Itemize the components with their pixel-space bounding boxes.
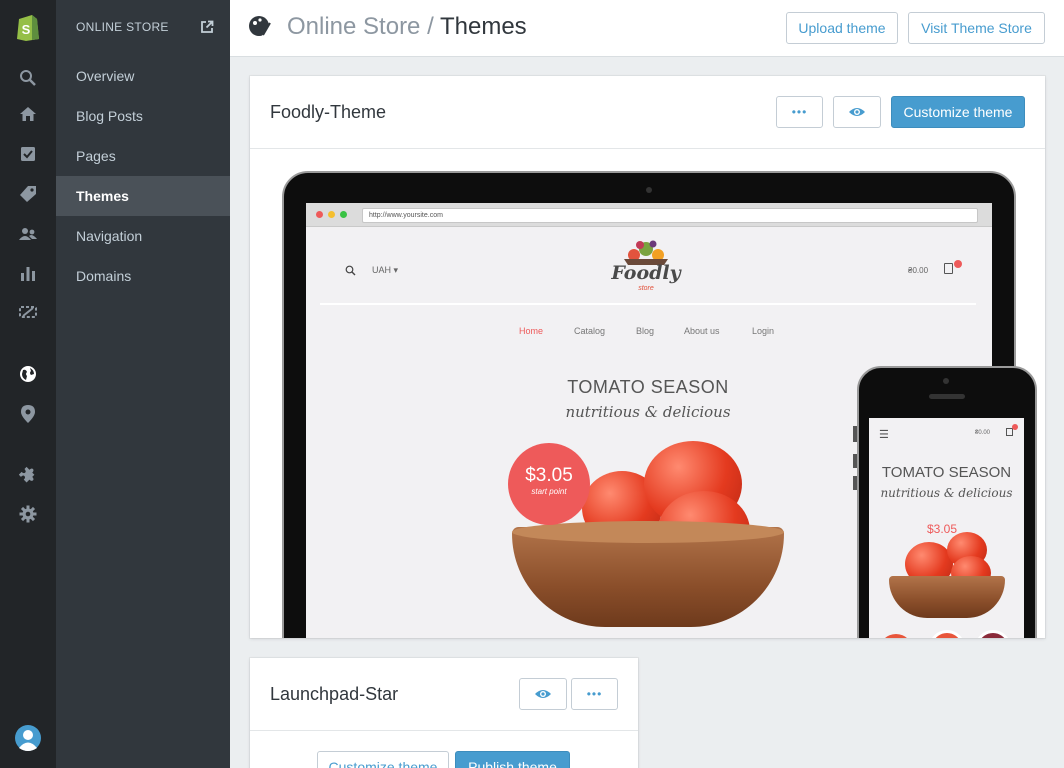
- theme-preview-image: http://www.yoursite.com UAH ▾ Foodly sto…: [250, 149, 1045, 638]
- preview-theme-button[interactable]: [519, 678, 567, 710]
- sidebar-section-title: ONLINE STORE: [76, 20, 169, 34]
- foodly-store-label: store: [638, 285, 654, 292]
- eye-icon: [535, 690, 551, 698]
- address-bar: http://www.yoursite.com: [362, 208, 978, 223]
- phone-cart-total: ₴0.00: [975, 430, 991, 436]
- phone-speaker: [929, 394, 965, 399]
- preview-theme-button[interactable]: [833, 96, 881, 128]
- themes-palette-icon: [248, 14, 272, 38]
- location-pin-icon[interactable]: [16, 402, 40, 426]
- other-theme-card: Launchpad-Star ••• Customize theme Publi…: [250, 658, 638, 768]
- eye-icon: [849, 108, 865, 116]
- discounts-icon[interactable]: [16, 300, 40, 324]
- customize-theme-button[interactable]: Customize theme: [891, 96, 1025, 128]
- site-menu-about: About us: [684, 326, 720, 336]
- breadcrumb-online-store[interactable]: Online Store: [287, 13, 420, 40]
- cart-badge: [954, 260, 962, 268]
- price-badge: $3.05 start point: [508, 443, 590, 525]
- phone-camera: [943, 378, 949, 384]
- home-icon[interactable]: [16, 102, 40, 126]
- site-currency-code: UAH: [372, 265, 392, 275]
- sidebar-item-overview[interactable]: Overview: [56, 56, 230, 96]
- breadcrumb-current: Themes: [439, 13, 527, 40]
- phone-mockup: ☰ ₴0.00 TOMATO SEASON nutritious & delic…: [853, 366, 1037, 638]
- upload-theme-button[interactable]: Upload theme: [786, 12, 898, 44]
- site-search-icon: [345, 265, 356, 276]
- breadcrumb-separator: /: [420, 13, 440, 40]
- shopify-logo-icon[interactable]: S: [15, 12, 41, 42]
- phone-menu-icon: ☰: [879, 429, 889, 441]
- sidebar-item-domains[interactable]: Domains: [56, 256, 230, 296]
- sidebar-item-pages[interactable]: Pages: [56, 136, 230, 176]
- page-title: Online Store / Themes: [287, 13, 527, 41]
- site-currency: UAH ▾: [372, 265, 399, 275]
- external-link-icon[interactable]: [200, 20, 214, 34]
- card-divider: [250, 730, 638, 731]
- settings-gear-icon[interactable]: [16, 502, 40, 526]
- site-cart-total: ₴0.00: [908, 266, 929, 275]
- site-menu-catalog: Catalog: [574, 326, 606, 336]
- visit-theme-store-button[interactable]: Visit Theme Store: [908, 12, 1045, 44]
- close-dot: [316, 211, 323, 218]
- site-menu-home: Home: [519, 326, 544, 336]
- phone-bowl: [889, 576, 1005, 618]
- theme-actions-button[interactable]: •••: [776, 96, 823, 128]
- theme-actions-button[interactable]: •••: [571, 678, 618, 710]
- svg-text:S: S: [22, 22, 31, 37]
- sidebar-item-blog-posts[interactable]: Blog Posts: [56, 96, 230, 136]
- phone-thumb: [929, 630, 965, 638]
- more-dots-icon: •••: [791, 105, 808, 119]
- icon-rail: S: [0, 0, 56, 768]
- current-theme-card: Foodly-Theme ••• Customize theme http://…: [250, 76, 1045, 638]
- customers-icon[interactable]: [16, 222, 40, 246]
- reports-icon[interactable]: [16, 262, 40, 286]
- phone-thumb: [879, 634, 913, 638]
- theme-name: Launchpad-Star: [270, 684, 399, 704]
- hero-subheadline: nutritious & delicious: [565, 403, 731, 421]
- phone-screen: ☰ ₴0.00 TOMATO SEASON nutritious & delic…: [869, 418, 1024, 638]
- orders-icon[interactable]: [16, 142, 40, 166]
- hero-headline: TOMATO SEASON: [567, 377, 729, 397]
- online-store-globe-icon[interactable]: [16, 362, 40, 386]
- apps-puzzle-icon[interactable]: [16, 462, 40, 486]
- site-cart-icon: [944, 263, 953, 274]
- maximize-dot: [340, 211, 347, 218]
- phone-subheadline: nutritious & delicious: [880, 486, 1013, 500]
- phone-cart-badge: [1012, 424, 1018, 430]
- veggie-basket-icon: [624, 240, 668, 265]
- minimize-dot: [328, 211, 335, 218]
- online-store-sidebar: ONLINE STORE Overview Blog Posts Pages T…: [56, 0, 230, 768]
- more-dots-icon: •••: [586, 687, 603, 701]
- site-menu-blog: Blog: [636, 326, 655, 336]
- price-badge-amount: $3.05: [525, 465, 573, 486]
- user-avatar-icon[interactable]: [14, 724, 42, 752]
- phone-side-button: [853, 426, 857, 442]
- phone-headline: TOMATO SEASON: [881, 464, 1012, 481]
- price-badge-note: start point: [531, 487, 567, 496]
- sidebar-item-themes[interactable]: Themes: [56, 176, 230, 216]
- site-header-rule: [320, 303, 976, 305]
- sidebar-item-navigation[interactable]: Navigation: [56, 216, 230, 256]
- phone-side-button: [853, 476, 857, 490]
- search-icon[interactable]: [16, 66, 40, 90]
- site-menu-login: Login: [752, 326, 775, 336]
- laptop-camera: [646, 187, 652, 193]
- foodly-wordmark: Foodly: [611, 262, 681, 284]
- phone-side-button: [853, 454, 857, 468]
- browser-chrome: http://www.yoursite.com: [306, 203, 992, 227]
- phone-cart-icon: [1006, 428, 1013, 436]
- foodly-logo: Foodly store: [606, 235, 686, 295]
- publish-theme-button[interactable]: Publish theme: [455, 751, 570, 768]
- products-tag-icon[interactable]: [16, 182, 40, 206]
- customize-theme-button[interactable]: Customize theme: [317, 751, 449, 768]
- theme-name: Foodly-Theme: [270, 102, 387, 122]
- page-header: Online Store / Themes Upload theme Visit…: [230, 0, 1064, 57]
- phone-thumb: [975, 630, 1011, 638]
- phone-price: $3.05: [927, 522, 958, 536]
